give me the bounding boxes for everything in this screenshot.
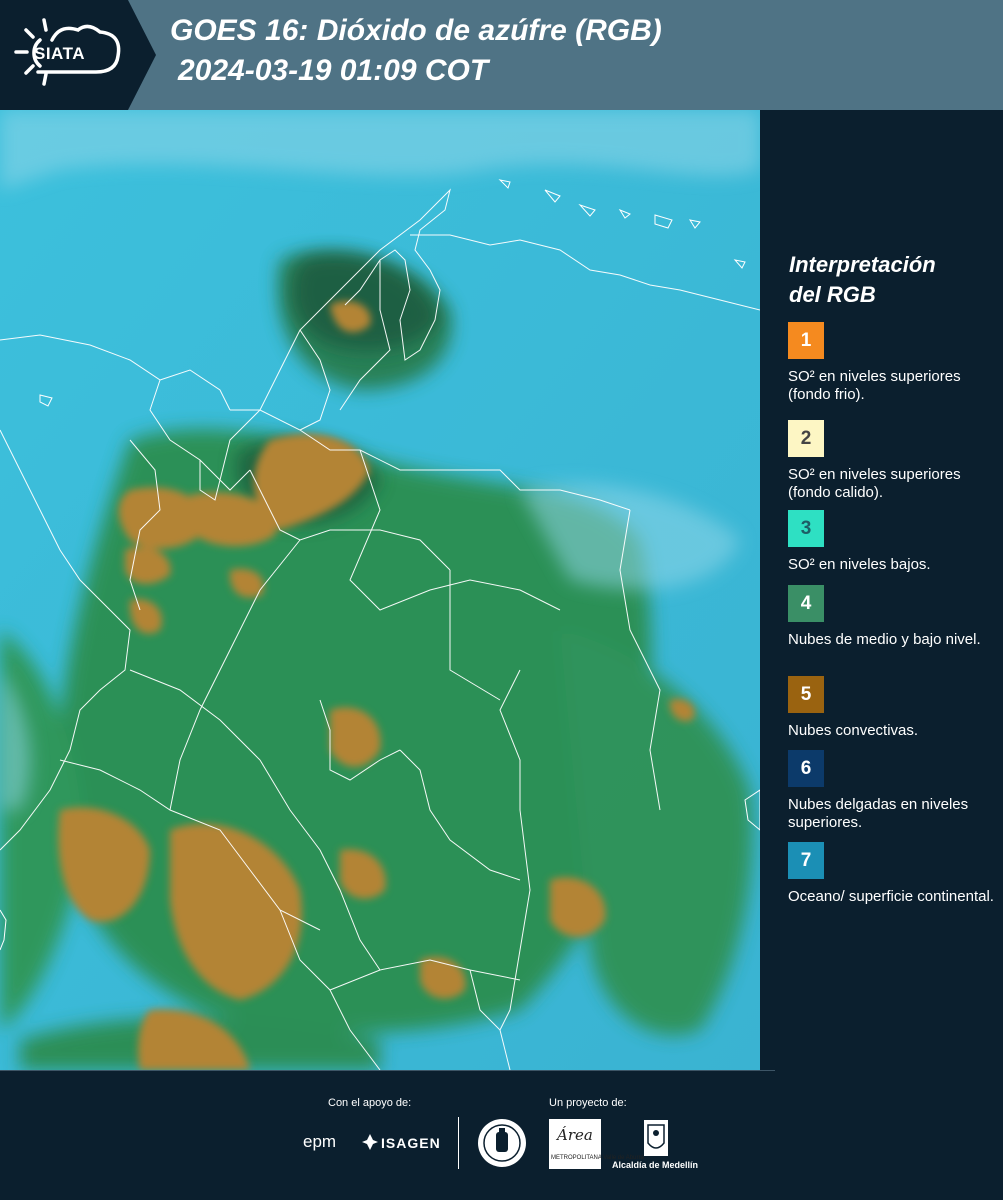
- support-label: Con el apoyo de:: [328, 1097, 412, 1109]
- legend-panel: Interpretación del RGB 1 SO² en niveles …: [760, 110, 1003, 1070]
- timestamp: 2024-03-19 01:09 COT: [178, 54, 489, 87]
- alcaldia-shield-icon: [644, 1120, 668, 1156]
- legend-item: 7 Oceano/ superficie continental.: [788, 842, 998, 906]
- legend-swatch: 6: [788, 750, 824, 787]
- university-seal-icon: [478, 1119, 526, 1167]
- legend-swatch: 1: [788, 322, 824, 359]
- footer-separator: [0, 1070, 775, 1071]
- logo-text: SIATA: [34, 44, 85, 63]
- rgb-satellite-image: [0, 110, 760, 1070]
- page-title: GOES 16: Dióxido de azúfre (RGB): [170, 14, 662, 47]
- header-band: SIATA GOES 16: Dióxido de azúfre (RGB) 2…: [0, 0, 1003, 110]
- legend-label: Nubes de medio y bajo nivel.: [788, 631, 981, 648]
- legend-label: SO² en niveles superiores (fondo frio).: [788, 368, 961, 403]
- legend-swatch: 3: [788, 510, 824, 547]
- legend-item: 2 SO² en niveles superiores (fondo calid…: [788, 420, 998, 502]
- legend-title: Interpretación del RGB: [789, 252, 936, 307]
- legend-label: Oceano/ superficie continental.: [788, 888, 994, 905]
- footer: Con el apoyo de: Un proyecto de: epm ISA…: [0, 1070, 1003, 1200]
- footer-divider: [458, 1117, 459, 1169]
- legend-swatch: 7: [788, 842, 824, 879]
- legend-label: Nubes convectivas.: [788, 722, 919, 739]
- legend-item: 3 SO² en niveles bajos.: [788, 510, 998, 574]
- alcaldia-label: Alcaldía de Medellín: [612, 1160, 699, 1170]
- legend-item: 1 SO² en niveles superiores (fondo frio)…: [788, 322, 998, 404]
- legend-label: SO² en niveles superiores (fondo calido)…: [788, 466, 961, 501]
- project-label: Un proyecto de:: [549, 1097, 627, 1109]
- isagen-logo-icon: [362, 1134, 378, 1150]
- isagen-logo: ISAGEN: [381, 1135, 441, 1151]
- legend-swatch: 5: [788, 676, 824, 713]
- legend-swatch: 4: [788, 585, 824, 622]
- legend-item: 4 Nubes de medio y bajo nivel.: [788, 585, 998, 649]
- satellite-map[interactable]: [0, 110, 760, 1070]
- logo-box: SIATA: [0, 0, 128, 110]
- epm-logo: epm: [303, 1132, 337, 1151]
- legend-label: Nubes delgadas en niveles superiores.: [788, 796, 969, 831]
- legend-label: SO² en niveles bajos.: [788, 556, 931, 573]
- header-chevron: [126, 0, 156, 110]
- legend-item: 5 Nubes convectivas.: [788, 676, 998, 740]
- legend-swatch: 2: [788, 420, 824, 457]
- area-metropolitana-logo: Área METROPOLITANA Valle de Aburrá: [549, 1119, 644, 1169]
- legend-item: 6 Nubes delgadas en niveles superiores.: [788, 750, 998, 832]
